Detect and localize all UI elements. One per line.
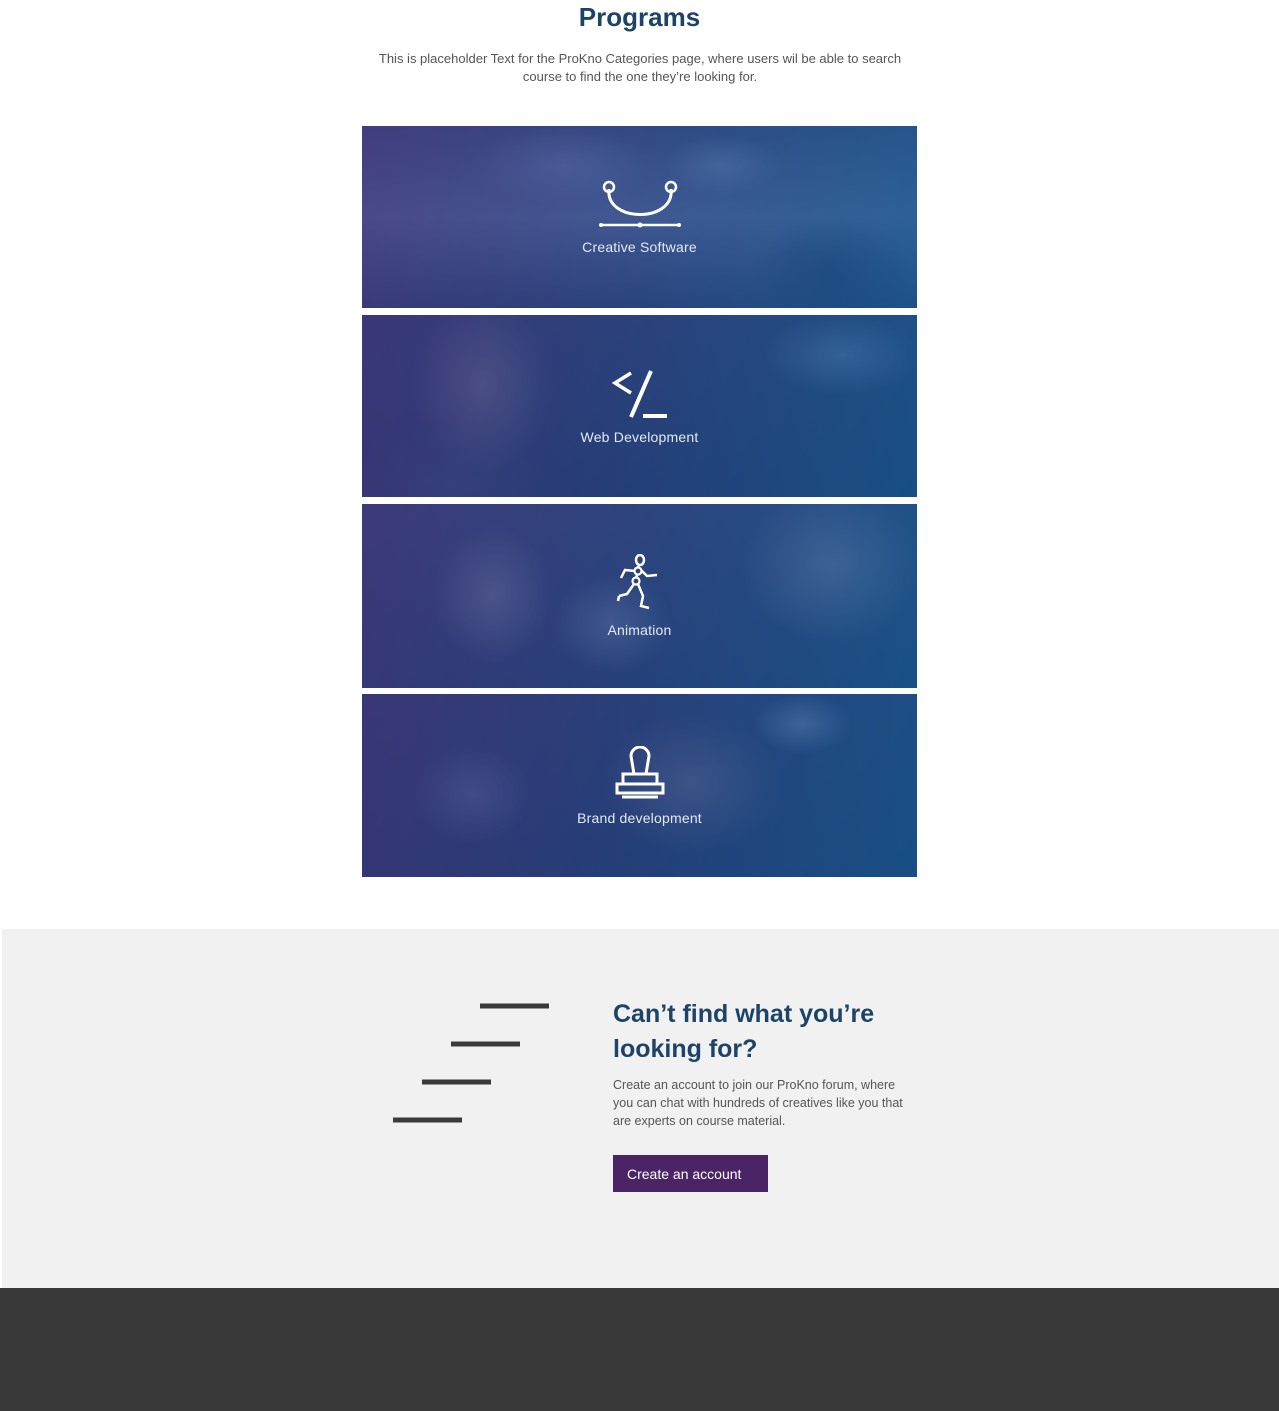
staircase-lines-icon bbox=[392, 999, 556, 1134]
category-card-brand-development[interactable]: Brand development bbox=[362, 694, 917, 877]
page-intro: This is placeholder Text for the ProKno … bbox=[378, 51, 902, 84]
card-label: Animation bbox=[607, 622, 672, 638]
code-tag-icon bbox=[611, 367, 669, 419]
programs-page: Programs This is placeholder Text for th… bbox=[0, 0, 1279, 1411]
footer bbox=[0, 1288, 1279, 1411]
category-card-animation[interactable]: Animation bbox=[362, 504, 917, 688]
category-card-web-development[interactable]: Web Development bbox=[362, 315, 917, 497]
cta-title: Can’t find what you’re looking for? bbox=[613, 1000, 875, 1063]
card-label: Creative Software bbox=[582, 239, 697, 255]
create-account-button[interactable]: Create an account bbox=[613, 1155, 768, 1192]
bezier-curve-icon bbox=[598, 179, 681, 229]
card-label: Brand development bbox=[577, 809, 702, 826]
stamp-icon bbox=[614, 745, 666, 800]
category-card-creative-software[interactable]: Creative Software bbox=[362, 126, 917, 308]
cta-section: Can’t find what you’re looking for? Crea… bbox=[2, 929, 1279, 1288]
page-title: Programs bbox=[578, 2, 701, 32]
cta-description: Create an account to join our ProKno for… bbox=[613, 1078, 903, 1128]
card-label: Web Development bbox=[580, 429, 699, 445]
running-figure-icon bbox=[615, 554, 665, 612]
